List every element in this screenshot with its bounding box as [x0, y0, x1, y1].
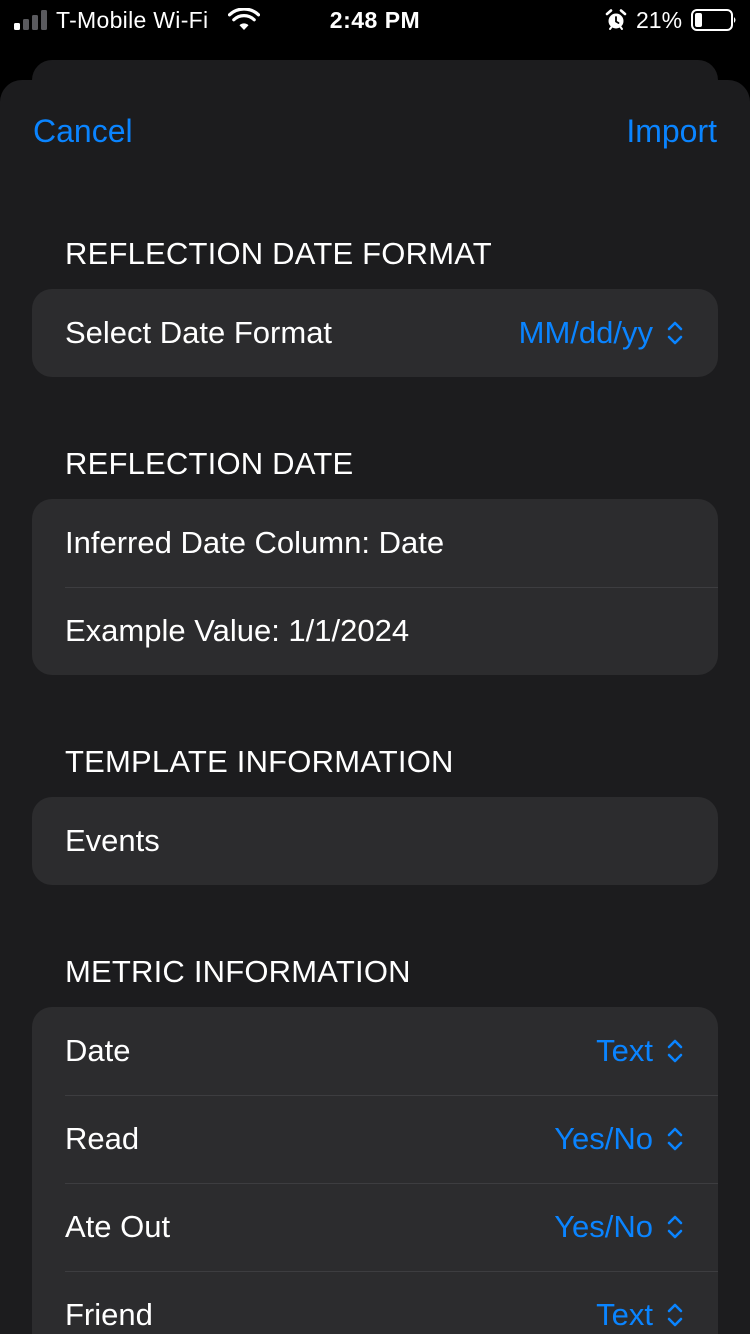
metric-row-read[interactable]: Read Yes/No [32, 1095, 718, 1183]
chevron-up-down-icon [667, 1127, 683, 1151]
battery-percent: 21% [636, 7, 683, 33]
chevron-up-down-icon [667, 1215, 683, 1239]
template-events-label: Events [65, 823, 160, 858]
metric-type-value: Yes/No [554, 1209, 653, 1244]
metric-label: Ate Out [65, 1209, 171, 1244]
date-format-picker[interactable]: MM/dd/yy [519, 315, 685, 351]
metric-type-value: Yes/No [554, 1121, 653, 1156]
metric-type-value: Text [596, 1297, 653, 1332]
metric-information-group: Date Text Read Yes/No Ate Out Yes/No Fri… [32, 1007, 718, 1334]
section-header-reflection-date: REFLECTION DATE [65, 446, 354, 481]
metric-label: Read [65, 1121, 140, 1156]
metric-row-friend[interactable]: Friend Text [32, 1271, 718, 1334]
select-date-format-label: Select Date Format [65, 315, 333, 350]
template-events-row: Events [32, 797, 718, 885]
chevron-up-down-icon [667, 1039, 683, 1063]
select-date-format-row[interactable]: Select Date Format MM/dd/yy [32, 289, 718, 377]
section-header-template-information: TEMPLATE INFORMATION [65, 744, 454, 779]
metric-type-picker[interactable]: Yes/No [554, 1121, 685, 1157]
metric-row-ate-out[interactable]: Ate Out Yes/No [32, 1183, 718, 1271]
chevron-up-down-icon [667, 321, 683, 345]
section-header-metric-information: METRIC INFORMATION [65, 954, 411, 989]
example-value-label: Example Value: 1/1/2024 [65, 613, 410, 648]
inferred-date-column-row: Inferred Date Column: Date [32, 499, 718, 587]
screen: T-Mobile Wi-Fi 2:48 PM 21% Cancel Import… [0, 0, 750, 1334]
metric-type-picker[interactable]: Yes/No [554, 1209, 685, 1245]
chevron-up-down-icon [667, 1303, 683, 1327]
reflection-date-group: Inferred Date Column: Date Example Value… [32, 499, 718, 675]
cancel-button[interactable]: Cancel [33, 113, 133, 150]
metric-label: Friend [65, 1297, 153, 1332]
alarm-icon [605, 9, 627, 30]
battery-icon [691, 9, 736, 31]
status-bar: T-Mobile Wi-Fi 2:48 PM 21% [0, 0, 750, 40]
date-format-group: Select Date Format MM/dd/yy [32, 289, 718, 377]
inferred-date-column-label: Inferred Date Column: Date [65, 525, 445, 560]
date-format-value: MM/dd/yy [518, 315, 653, 350]
metric-type-picker[interactable]: Text [596, 1033, 685, 1069]
metric-type-value: Text [596, 1033, 653, 1068]
metric-row-date[interactable]: Date Text [32, 1007, 718, 1095]
example-value-row: Example Value: 1/1/2024 [32, 587, 718, 675]
section-header-date-format: REFLECTION DATE FORMAT [65, 236, 492, 271]
metric-type-picker[interactable]: Text [596, 1297, 685, 1333]
metric-label: Date [65, 1033, 131, 1068]
import-button[interactable]: Import [626, 113, 717, 150]
import-sheet: Cancel Import REFLECTION DATE FORMAT Sel… [0, 80, 750, 1334]
template-information-group: Events [32, 797, 718, 885]
